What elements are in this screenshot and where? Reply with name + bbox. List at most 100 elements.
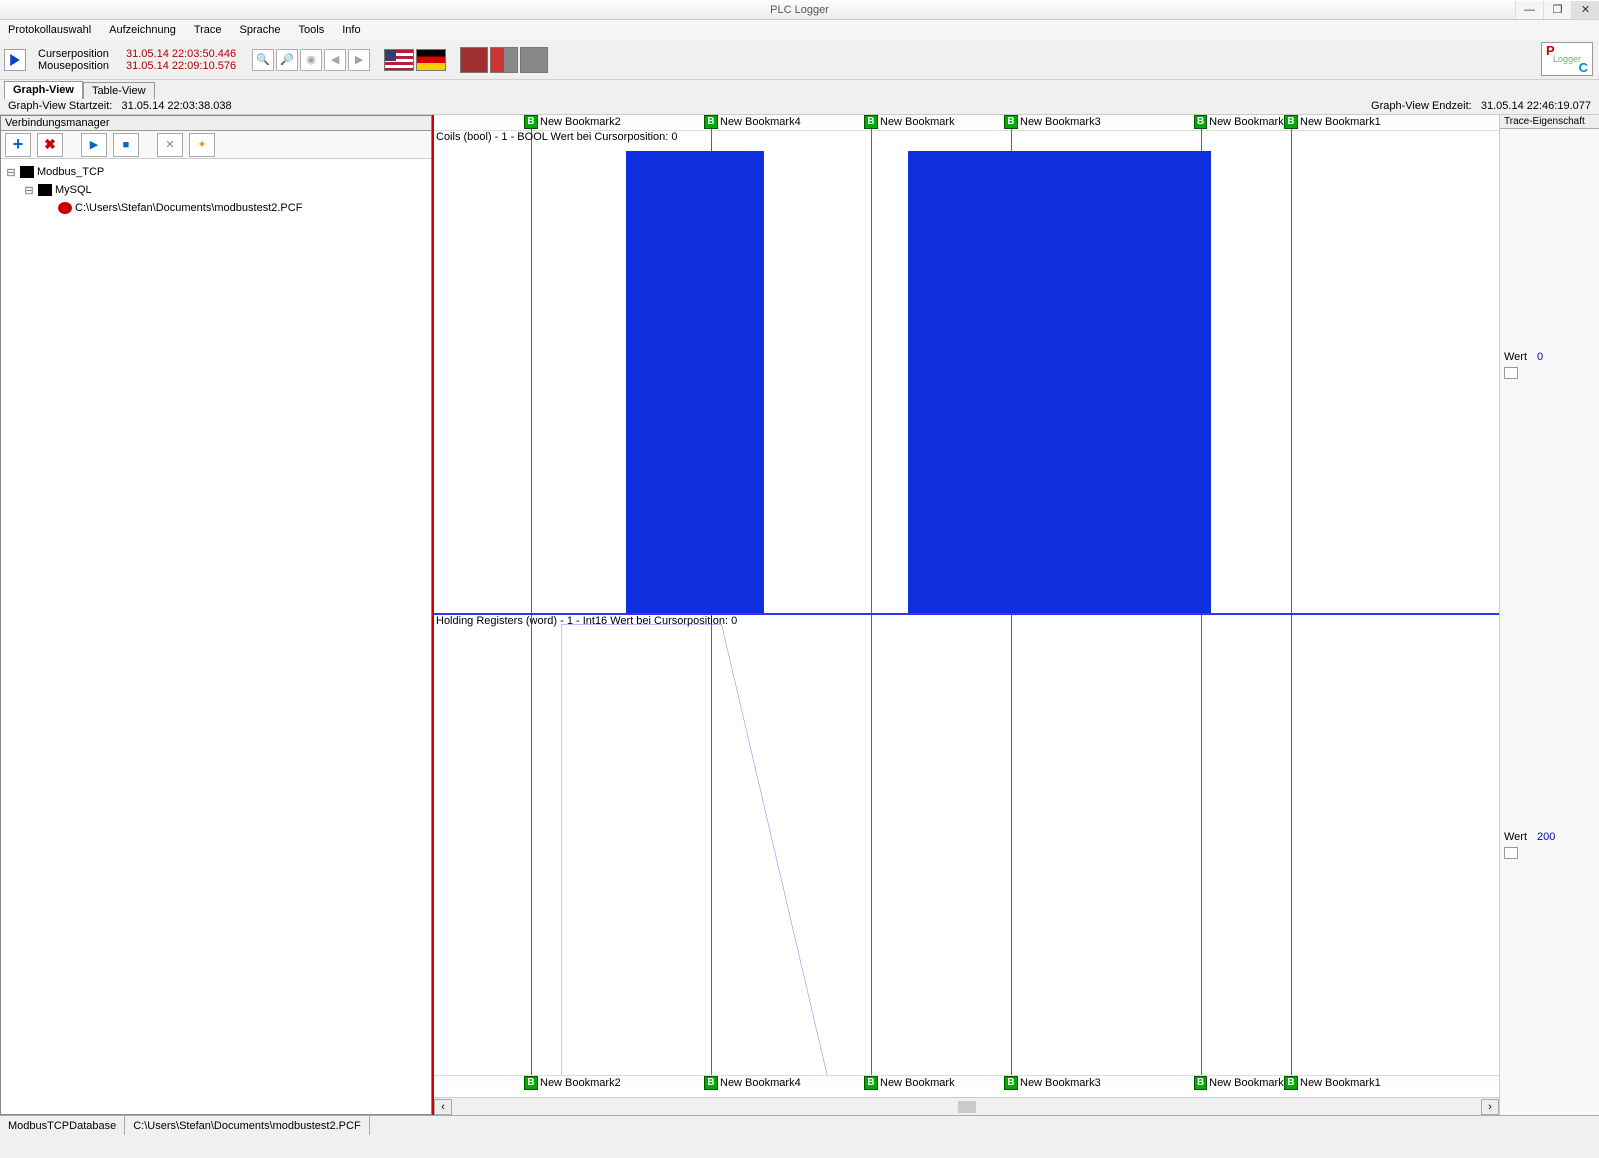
scroll-thumb[interactable] bbox=[958, 1101, 976, 1113]
bookmark-icon: B bbox=[704, 1076, 718, 1090]
value-row-1: Wert 0 bbox=[1500, 349, 1599, 365]
connection-manager-title: Verbindungsmanager bbox=[1, 116, 431, 131]
tree-leaf[interactable]: C:\Users\Stefan\Documents\modbustest2.PC… bbox=[5, 199, 427, 217]
scroll-left-button[interactable]: ‹ bbox=[434, 1099, 452, 1115]
x-icon: ✖ bbox=[44, 136, 56, 153]
graph-canvas[interactable]: BNew Bookmark2 BNew Bookmark4 BNew Bookm… bbox=[432, 115, 1499, 1115]
nav-prev-button[interactable]: ◀ bbox=[324, 49, 346, 71]
bookmark-icon: B bbox=[1004, 115, 1018, 129]
flag-us-button[interactable] bbox=[384, 49, 414, 71]
plus-icon: + bbox=[13, 134, 24, 155]
delete-button[interactable]: ✖ bbox=[37, 133, 63, 157]
tree-child[interactable]: ⊟ MySQL bbox=[5, 181, 427, 199]
tool2-button[interactable]: ✦ bbox=[189, 133, 215, 157]
file-icon bbox=[58, 202, 72, 214]
horizontal-scrollbar[interactable]: ‹ › bbox=[434, 1097, 1499, 1115]
stop-button[interactable]: ■ bbox=[113, 133, 139, 157]
bookmark[interactable]: BNew Bookmark4 bbox=[704, 115, 801, 129]
color-split-button[interactable] bbox=[490, 47, 518, 73]
bookmark-icon: B bbox=[704, 115, 718, 129]
run-button[interactable]: ▶ bbox=[81, 133, 107, 157]
bookmark[interactable]: BNew Bookmark5 bbox=[1194, 1076, 1284, 1090]
connection-manager-toolbar: + ✖ ▶ ■ ✕ ✦ bbox=[1, 131, 431, 159]
cursor-pos-value: 31.05.14 22:03:50.446 bbox=[126, 48, 236, 60]
zoom-out-icon: 🔎 bbox=[280, 53, 294, 66]
tab-graph-view[interactable]: Graph-View bbox=[4, 81, 83, 99]
end-time-label: Graph-View Endzeit: bbox=[1371, 100, 1472, 112]
arrow-right-icon: ▶ bbox=[355, 53, 363, 66]
bookmark[interactable]: BNew Bookmark3 bbox=[1004, 115, 1101, 129]
bookmark-icon: B bbox=[1284, 115, 1298, 129]
bookmark[interactable]: BNew Bookmark3 bbox=[1004, 1076, 1101, 1090]
app-logo: PLoggerC bbox=[1541, 42, 1593, 76]
wert-value-1: 0 bbox=[1537, 351, 1543, 363]
tree-leaf-label: C:\Users\Stefan\Documents\modbustest2.PC… bbox=[75, 202, 302, 214]
trace-play-2[interactable] bbox=[1504, 847, 1518, 859]
mouse-pos-value: 31.05.14 22:09:10.576 bbox=[126, 60, 236, 72]
mouse-pos-label: Mouseposition bbox=[38, 60, 126, 72]
bookmark[interactable]: BNew Bookmark1 bbox=[1284, 1076, 1381, 1090]
play-icon bbox=[9, 54, 21, 66]
close-button[interactable]: ✕ bbox=[1571, 1, 1599, 19]
color-red-button[interactable] bbox=[460, 47, 488, 73]
chart1-label: Coils (bool) - 1 - BOOL Wert bei Cursorp… bbox=[436, 131, 677, 143]
tree-root-label: Modbus_TCP bbox=[37, 166, 104, 178]
menu-tools[interactable]: Tools bbox=[299, 24, 325, 36]
bookmark[interactable]: BNew Bookmark4 bbox=[704, 1076, 801, 1090]
zoom-out-button[interactable]: 🔎 bbox=[276, 49, 298, 71]
trace-properties-title: Trace-Eigenschaft bbox=[1500, 115, 1599, 129]
bookmark-icon: B bbox=[1284, 1076, 1298, 1090]
end-time-value: 31.05.14 22:46:19.077 bbox=[1481, 100, 1591, 112]
maximize-button[interactable]: ❐ bbox=[1543, 1, 1571, 19]
nav-home-button[interactable]: ◉ bbox=[300, 49, 322, 71]
bookmark[interactable]: BNew Bookmark bbox=[864, 1076, 955, 1090]
tree-root[interactable]: ⊟ Modbus_TCP bbox=[5, 163, 427, 181]
collapse-icon[interactable]: ⊟ bbox=[5, 166, 17, 179]
wert-value-2: 200 bbox=[1537, 831, 1555, 843]
graph-area: BNew Bookmark2 BNew Bookmark4 BNew Bookm… bbox=[432, 115, 1599, 1115]
status-db: ModbusTCPDatabase bbox=[0, 1116, 125, 1135]
menubar: Protokollauswahl Aufzeichnung Trace Spra… bbox=[0, 20, 1599, 40]
time-info-bar: Graph-View Startzeit: 31.05.14 22:03:38.… bbox=[0, 99, 1599, 115]
color-grey-button[interactable] bbox=[520, 47, 548, 73]
window-title: PLC Logger bbox=[770, 4, 829, 16]
chart-holding-registers: Holding Registers (word) - 1 - Int16 Wer… bbox=[434, 615, 1499, 1081]
bookmark[interactable]: BNew Bookmark1 bbox=[1284, 115, 1381, 129]
menu-trace[interactable]: Trace bbox=[194, 24, 222, 36]
toolbar: Curserposition31.05.14 22:03:50.446 Mous… bbox=[0, 40, 1599, 80]
bookmark-bar-top: BNew Bookmark2 BNew Bookmark4 BNew Bookm… bbox=[434, 115, 1499, 131]
connection-manager-panel: Verbindungsmanager + ✖ ▶ ■ ✕ ✦ ⊟ Modbus_… bbox=[0, 115, 432, 1115]
connection-tree[interactable]: ⊟ Modbus_TCP ⊟ MySQL C:\Users\Stefan\Doc… bbox=[1, 159, 431, 221]
zoom-in-button[interactable]: 🔍 bbox=[252, 49, 274, 71]
play-circle-icon: ▶ bbox=[90, 138, 98, 151]
zoom-in-icon: 🔍 bbox=[256, 53, 270, 66]
tool1-button[interactable]: ✕ bbox=[157, 133, 183, 157]
menu-info[interactable]: Info bbox=[342, 24, 360, 36]
collapse-icon[interactable]: ⊟ bbox=[23, 184, 35, 197]
bookmark[interactable]: BNew Bookmark2 bbox=[524, 1076, 621, 1090]
bookmark[interactable]: BNew Bookmark2 bbox=[524, 115, 621, 129]
tab-table-view[interactable]: Table-View bbox=[83, 82, 155, 99]
menu-aufzeichnung[interactable]: Aufzeichnung bbox=[109, 24, 176, 36]
view-tabs: Graph-View Table-View bbox=[0, 80, 1599, 99]
bookmark[interactable]: BNew Bookmark bbox=[864, 115, 955, 129]
bool-high-segment bbox=[908, 151, 1212, 613]
start-time-value: 31.05.14 22:03:38.038 bbox=[122, 100, 232, 112]
bookmark-icon: B bbox=[1194, 1076, 1207, 1090]
add-button[interactable]: + bbox=[5, 133, 31, 157]
flag-de-button[interactable] bbox=[416, 49, 446, 71]
bookmark[interactable]: BNew Bookmark5 bbox=[1194, 115, 1284, 129]
bookmark-icon: B bbox=[864, 115, 878, 129]
scroll-right-button[interactable]: › bbox=[1481, 1099, 1499, 1115]
minimize-button[interactable]: — bbox=[1515, 1, 1543, 19]
play-button[interactable] bbox=[4, 49, 26, 71]
nav-next-button[interactable]: ▶ bbox=[348, 49, 370, 71]
trace-play-1[interactable] bbox=[1504, 367, 1518, 379]
bookmark-icon: B bbox=[524, 1076, 538, 1090]
db-icon bbox=[38, 184, 52, 196]
menu-sprache[interactable]: Sprache bbox=[240, 24, 281, 36]
bookmark-icon: B bbox=[524, 115, 538, 129]
hammer-icon: ✕ bbox=[165, 138, 174, 151]
menu-protokollauswahl[interactable]: Protokollauswahl bbox=[8, 24, 91, 36]
status-file: C:\Users\Stefan\Documents\modbustest2.PC… bbox=[125, 1116, 369, 1135]
